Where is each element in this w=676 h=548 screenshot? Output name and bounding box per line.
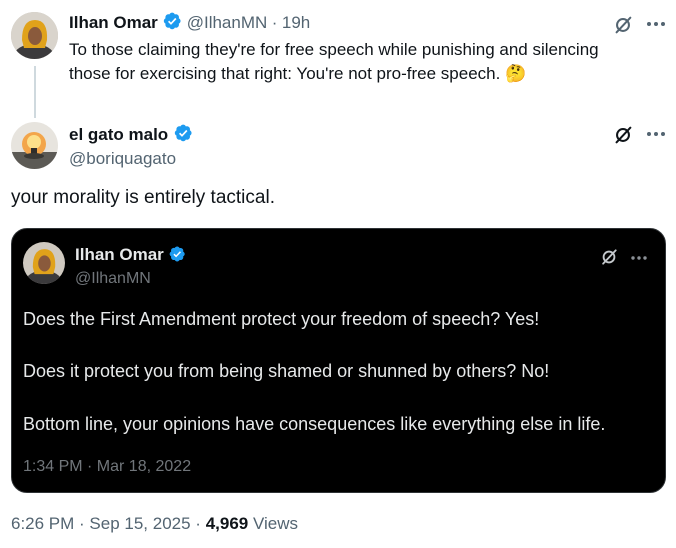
parent-tweet-line-2: those for exercising that right: You're … (69, 62, 649, 86)
parent-tweet-text: To those claiming they're for free speec… (69, 38, 649, 86)
main-author-handle[interactable]: @boriquagato (69, 149, 176, 169)
main-tweet-text: your morality is entirely tactical. (11, 187, 275, 208)
parent-tweet-line-2-text: those for exercising that right: You're … (69, 64, 501, 83)
quoted-tweet-line-2: Does it protect you from being shamed or… (23, 361, 550, 381)
thinking-emoji: 🤔 (505, 64, 527, 83)
main-author-name[interactable]: el gato malo (69, 125, 168, 144)
quoted-author-name: Ilhan Omar (75, 245, 164, 264)
grok-icon[interactable] (612, 14, 634, 36)
parent-author-name[interactable]: Ilhan Omar (69, 13, 158, 32)
parent-tweet-line-1: To those claiming they're for free speec… (69, 40, 599, 59)
thread-connector-line (34, 66, 36, 118)
quoted-tweet-name-row: Ilhan Omar (75, 245, 186, 268)
parent-author-avatar[interactable] (11, 12, 58, 59)
quoted-author-handle: @IlhanMN (75, 270, 151, 287)
verified-badge-icon (173, 123, 193, 148)
quoted-tweet-timestamp: 1:34 PM · Mar 18, 2022 (23, 458, 192, 475)
quoted-tweet-line-1: Does the First Amendment protect your fr… (23, 309, 540, 329)
quoted-tweet-card[interactable]: Ilhan Omar @IlhanMN Does the First Amend… (11, 228, 666, 493)
grok-icon[interactable] (612, 124, 634, 146)
tweet-meta-row: 6:26 PM · Sep 15, 2025 · 4,969 Views (11, 514, 298, 534)
parent-author-handle[interactable]: @IlhanMN (187, 13, 268, 32)
views-count[interactable]: 4,969 (206, 514, 249, 533)
quoted-tweet-line-3: Bottom line, your opinions have conseque… (23, 414, 606, 434)
main-tweet-author-name-row: el gato malo (69, 123, 193, 148)
views-label: Views (252, 514, 299, 533)
parent-tweet-header: Ilhan Omar @IlhanMN · 19h (69, 11, 310, 36)
quoted-author-avatar[interactable] (23, 242, 65, 284)
separator-dot: · (271, 13, 278, 32)
main-author-avatar[interactable] (11, 122, 58, 169)
meta-separator-dot: · (195, 514, 201, 533)
more-icon[interactable] (645, 127, 667, 141)
verified-badge-icon (162, 11, 182, 36)
parent-tweet-age[interactable]: 19h (282, 13, 310, 32)
verified-badge-icon (168, 245, 186, 268)
more-icon[interactable] (645, 17, 667, 31)
grok-icon (599, 247, 619, 267)
tweet-timestamp[interactable]: 6:26 PM · Sep 15, 2025 (11, 514, 191, 533)
more-icon (629, 251, 649, 263)
